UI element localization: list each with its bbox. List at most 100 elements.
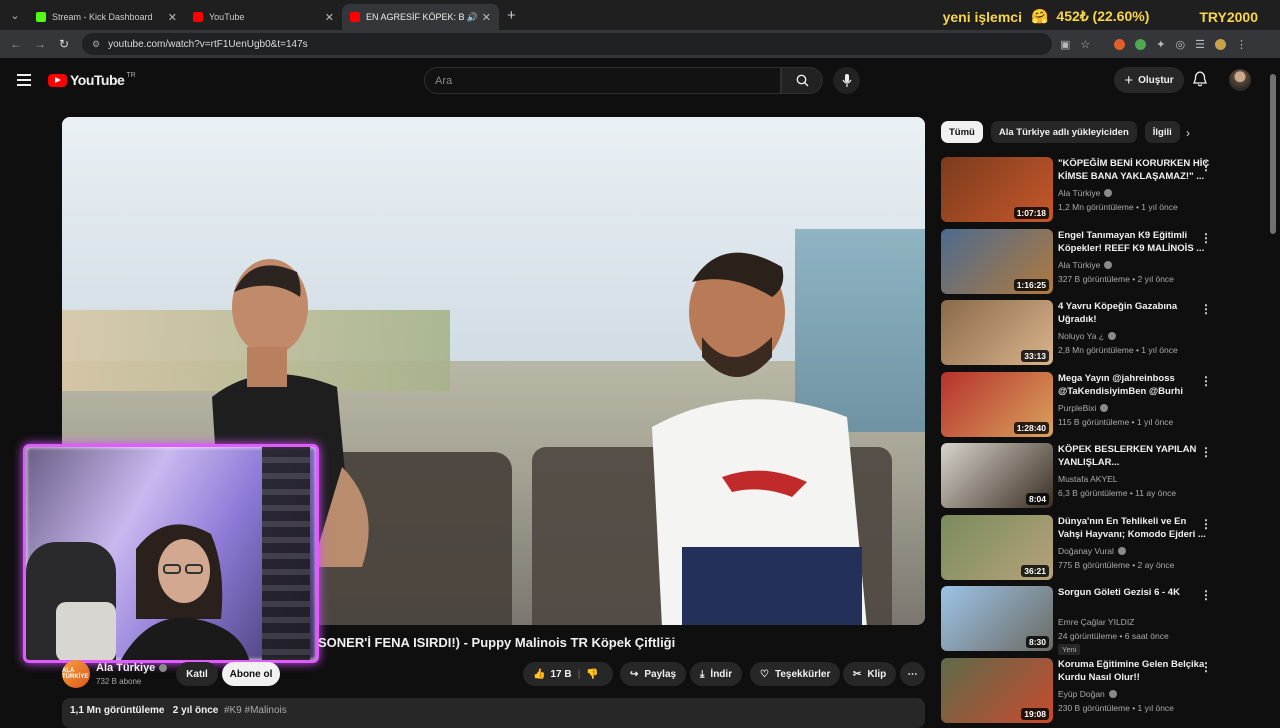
close-tab-icon[interactable]: ✕ [168,11,177,24]
site-info-icon[interactable]: ⚙ [92,39,100,50]
browser-tab-video[interactable]: EN AGRESİF KÖPEK: BELÇİK 🔊 ✕ [342,4,499,30]
profile-icon[interactable] [1214,38,1226,50]
video-thumbnail[interactable]: 36:21 [941,514,1053,580]
recommendation-channel[interactable]: Mustafa AKYEL [1058,474,1118,484]
clip-button[interactable]: ✂ Klip [843,662,897,686]
more-options-icon[interactable]: ⋮ [1200,302,1212,316]
video-thumbnail[interactable]: 8:04 [941,443,1053,508]
video-thumbnail[interactable]: 1:07:18 [941,157,1053,222]
recommendation-title[interactable]: "KÖPEĞİM BENİ KORURKEN HİÇ KİMSE BANA YA… [1058,157,1211,183]
account-avatar[interactable] [1229,69,1251,91]
recommendation-channel[interactable]: Ala Türkiye [1058,260,1113,270]
create-button[interactable]: + Oluştur [1114,67,1184,93]
browser-tab-youtube[interactable]: YouTube ✕ [185,4,342,30]
search-input[interactable]: Ara [424,67,781,94]
bookmark-star-icon[interactable]: ☆ [1080,38,1090,51]
url-text: youtube.com/watch?v=rtF1UenUgb0&t=147s [108,38,308,50]
tab-search-button[interactable]: ⌄ [2,4,28,26]
recommendation-item[interactable]: 33:13 4 Yavru Köpeğin Gazabına Uğradık! No… [941,300,1267,366]
forward-icon[interactable]: → [28,37,52,51]
more-options-icon[interactable]: ⋮ [1200,445,1212,459]
reading-list-icon[interactable]: ☰ [1195,38,1205,51]
recommendation-title[interactable]: Dünya'nın En Tehlikeli ve En Vahşi Hayva… [1058,515,1211,541]
chip-related[interactable]: İlgili [1144,121,1180,143]
chip-uploader[interactable]: Ala Türkiye adlı yükleyiciden [990,121,1137,143]
subscribe-button[interactable]: Abone ol [222,662,280,686]
recommendation-item[interactable]: 1:28:40 Mega Yayın @jahreinboss @TaKendis… [941,371,1267,438]
youtube-logo[interactable]: YouTube TR [48,72,136,88]
recommendation-channel[interactable]: Doğanay Vural [1058,546,1126,556]
create-label: Oluştur [1138,74,1174,86]
recommendation-channel[interactable]: Emre Çağlar YILDIZ [1058,617,1134,627]
recommendation-title[interactable]: Koruma Eğitimine Gelen Belçika Kurdu Nas… [1058,658,1211,684]
back-icon[interactable]: ← [4,37,28,51]
more-options-icon[interactable]: ⋮ [1200,517,1212,531]
new-tab-button[interactable]: + [507,7,516,24]
ticker-label: yeni işlemci [942,8,1022,25]
recommendation-channel[interactable]: Noluyo Ya ¿ [1058,331,1116,341]
more-options-icon[interactable]: ⋮ [1200,588,1212,602]
extensions-puzzle-icon[interactable]: ✦ [1156,38,1165,51]
recommendation-item[interactable]: 8:04 KÖPEK BESLERKEN YAPILAN YANLIŞLAR...… [941,443,1267,509]
more-actions-button[interactable]: ⋯ [900,662,925,686]
menu-icon[interactable] [17,74,31,89]
install-app-icon[interactable]: ▣ [1060,38,1070,51]
like-button[interactable]: 👍 17 B [533,669,572,680]
video-thumbnail[interactable]: 33:13 [941,300,1053,365]
chevron-right-icon[interactable]: › [1186,126,1190,140]
recommendation-item[interactable]: 1:07:18 "KÖPEĞİM BENİ KORURKEN HİÇ KİMSE … [941,157,1267,223]
channel-name[interactable]: Ala Türkiye [96,662,168,674]
channel-name-text: Doğanay Vural [1058,545,1114,556]
recommendation-title[interactable]: KÖPEK BESLERKEN YAPILAN YANLIŞLAR... [1058,443,1211,469]
scissors-icon: ✂ [853,668,862,680]
chip-all[interactable]: Tümü [941,121,983,143]
video-thumbnail[interactable]: 1:28:40 [941,371,1053,437]
hashtags[interactable]: #K9 #Malinois [224,705,287,716]
video-thumbnail[interactable]: 19:08 [941,657,1053,723]
notifications-bell-icon[interactable] [1193,71,1207,87]
speaker-icon[interactable]: 🔊 [467,12,478,23]
search-button[interactable] [781,67,823,94]
recommendation-channel[interactable]: PurpleBixi [1058,403,1109,413]
extension-icon[interactable] [1135,38,1147,50]
recommendation-title[interactable]: Sorgun Göleti Gezisi 6 - 4K [1058,586,1211,599]
description-box[interactable]: 1,1 Mn görüntüleme 2 yıl önce #K9 #Malin… [62,698,925,728]
close-tab-icon[interactable]: ✕ [482,11,491,24]
join-button[interactable]: Katıl [176,662,218,686]
more-options-icon[interactable]: ⋮ [1200,660,1212,674]
more-options-icon[interactable]: ⋮ [1200,374,1212,388]
voice-search-button[interactable] [833,67,860,94]
recommendation-meta: 2,8 Mn görüntüleme • 1 yıl önce [1058,345,1178,355]
recommendation-item[interactable]: 19:08 Koruma Eğitimine Gelen Belçika Kurd… [941,657,1267,724]
recommendation-item[interactable]: 36:21 Dünya'nın En Tehlikeli ve En Vahşi … [941,514,1267,581]
browser-menu-icon[interactable]: ⋮ [1236,38,1247,51]
recommendation-title[interactable]: Mega Yayın @jahreinboss @TaKendisiyimBen… [1058,372,1211,398]
recommendation-title[interactable]: Engel Tanımayan K9 Eğitimli Köpekler! RE… [1058,229,1211,255]
browser-tab-kick[interactable]: Stream - Kick Dashboard ✕ [28,4,185,30]
thumbs-down-icon[interactable]: 👎 [586,669,598,680]
thanks-button[interactable]: ♡ Teşekkürler [750,662,841,686]
recommendation-title[interactable]: 4 Yavru Köpeğin Gazabına Uğradık! [1058,300,1211,326]
download-button[interactable]: ⤓ İndir [690,662,743,686]
video-thumbnail[interactable]: 1:16:25 [941,228,1053,294]
reload-icon[interactable]: ↻ [52,37,76,51]
close-tab-icon[interactable]: ✕ [325,11,334,24]
recommendation-item[interactable]: 8:30 Sorgun Göleti Gezisi 6 - 4K Emre Çağl… [941,586,1267,655]
recommendation-item[interactable]: 1:16:25 Engel Tanımayan K9 Eğitimli Köpek… [941,228,1267,295]
channel-name-text: Noluyo Ya ¿ [1058,331,1104,341]
recommendation-channel[interactable]: Ala Türkiye [1058,188,1113,198]
more-options-icon[interactable]: ⋮ [1200,159,1212,173]
share-button[interactable]: ↪ Paylaş [620,662,687,686]
extension-icon[interactable] [1114,38,1126,50]
verified-icon [1108,332,1116,340]
page-scrollbar[interactable] [1270,74,1276,234]
more-options-icon[interactable]: ⋮ [1200,231,1212,245]
video-thumbnail[interactable]: 8:30 [941,586,1053,651]
url-field[interactable]: ⚙ youtube.com/watch?v=rtF1UenUgb0&t=147s [82,33,1052,55]
video-duration: 19:08 [1021,707,1049,720]
profile-sync-icon[interactable]: ◎ [1176,38,1186,51]
video-duration: 1:28:40 [1013,421,1049,434]
channel-avatar[interactable]: ALA TÜRKİYE [62,660,90,688]
webcam-curtain [262,447,310,660]
recommendation-channel[interactable]: Eyüp Doğan [1058,689,1117,699]
